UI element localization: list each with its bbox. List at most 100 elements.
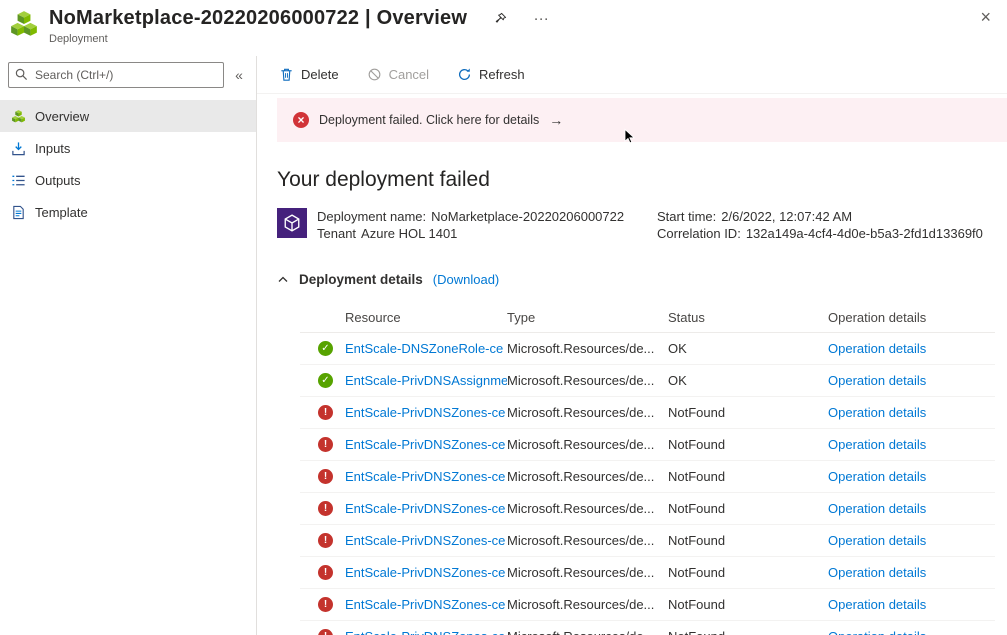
- operation-details-link[interactable]: Operation details: [828, 533, 995, 548]
- operation-details-link[interactable]: Operation details: [828, 437, 995, 452]
- resource-link[interactable]: EntScale-PrivDNSZones-ce: [345, 405, 507, 420]
- table-row: EntScale-DNSZoneRole-ce Microsoft.Resour…: [300, 333, 995, 365]
- chevron-up-icon[interactable]: [277, 274, 289, 286]
- overview-content: Your deployment failed Deployment name: N…: [257, 168, 1007, 635]
- table-row: EntScale-PrivDNSZones-ce Microsoft.Resou…: [300, 525, 995, 557]
- search-icon: [15, 68, 28, 81]
- sidebar-item-overview[interactable]: Overview: [0, 100, 256, 132]
- refresh-button[interactable]: Refresh: [457, 67, 525, 82]
- deployment-name-value: NoMarketplace-20220206000722: [431, 209, 625, 224]
- deployment-summary: Deployment name: NoMarketplace-2022020600…: [277, 208, 1007, 242]
- operation-details-link[interactable]: Operation details: [828, 597, 995, 612]
- table-row: EntScale-PrivDNSZones-ce Microsoft.Resou…: [300, 621, 995, 635]
- operation-details-link[interactable]: Operation details: [828, 565, 995, 580]
- outputs-icon: [10, 172, 26, 188]
- table-row: EntScale-PrivDNSZones-ce Microsoft.Resou…: [300, 493, 995, 525]
- deployment-name-label: Deployment name:: [317, 209, 427, 224]
- sidebar-item-label: Overview: [35, 108, 90, 124]
- table-row: EntScale-PrivDNSZones-ce Microsoft.Resou…: [300, 589, 995, 621]
- resource-link[interactable]: EntScale-PrivDNSZones-ce: [345, 437, 507, 452]
- row-status: NotFound: [668, 533, 726, 548]
- column-header-type: Type: [507, 310, 536, 325]
- resource-type-label: Deployment: [49, 33, 108, 45]
- operation-details-link[interactable]: Operation details: [828, 341, 995, 356]
- row-type: Microsoft.Resources/de...: [507, 341, 655, 356]
- resource-link[interactable]: EntScale-PrivDNSZones-ce: [345, 597, 507, 612]
- delete-button[interactable]: Delete: [279, 67, 339, 82]
- column-header-operation-details: Operation details: [828, 310, 927, 325]
- row-type: Microsoft.Resources/de...: [507, 469, 655, 484]
- operation-details-link[interactable]: Operation details: [828, 373, 995, 388]
- resource-link[interactable]: EntScale-DNSZoneRole-ce: [345, 341, 507, 356]
- correlation-id-label: Correlation ID:: [657, 226, 741, 241]
- deployment-details-table: Resource Type Status Operation details E…: [300, 303, 995, 635]
- row-status-icon: [318, 597, 333, 612]
- column-header-status: Status: [668, 310, 705, 325]
- inputs-icon: [10, 140, 26, 156]
- cubes-icon: [10, 108, 26, 124]
- download-link[interactable]: (Download): [433, 272, 499, 287]
- banner-message: Deployment failed. Click here for detail…: [319, 113, 540, 127]
- row-status-icon: [318, 629, 333, 635]
- sidebar-collapse-button[interactable]: «: [228, 63, 250, 87]
- row-status-icon: [318, 437, 333, 452]
- row-status-icon: [318, 565, 333, 580]
- main-panel: Delete Cancel Refresh × Deployment faile…: [257, 56, 1007, 635]
- deployment-failed-heading: Your deployment failed: [277, 168, 490, 191]
- row-type: Microsoft.Resources/de...: [507, 533, 655, 548]
- cancel-icon: [368, 68, 380, 81]
- row-status-icon: [318, 469, 333, 484]
- error-icon: ×: [293, 112, 309, 128]
- row-status-icon: [318, 373, 333, 388]
- pin-icon[interactable]: [493, 12, 507, 26]
- trash-icon: [281, 68, 292, 81]
- deployment-failed-banner[interactable]: × Deployment failed. Click here for deta…: [277, 98, 1007, 142]
- resource-link[interactable]: EntScale-PrivDNSZones-ce: [345, 629, 507, 635]
- sidebar-item-outputs[interactable]: Outputs: [0, 164, 256, 196]
- sidebar-menu: Overview Inputs Outputs Template: [0, 100, 256, 228]
- operation-details-link[interactable]: Operation details: [828, 405, 995, 420]
- cancel-button[interactable]: Cancel: [367, 67, 429, 82]
- row-type: Microsoft.Resources/de...: [507, 629, 668, 635]
- resource-link[interactable]: EntScale-PrivDNSZones-ce: [345, 469, 507, 484]
- row-status: NotFound: [668, 597, 726, 612]
- close-icon[interactable]: ×: [980, 8, 991, 26]
- row-status: NotFound: [668, 565, 726, 580]
- table-header: Resource Type Status Operation details: [300, 303, 995, 333]
- sidebar-item-label: Template: [35, 204, 88, 220]
- row-status-icon: [318, 501, 333, 516]
- row-status: NotFound: [668, 469, 726, 484]
- deployment-resource-icon: [277, 208, 307, 238]
- row-status-icon: [318, 533, 333, 548]
- search-box: [8, 62, 224, 88]
- row-type: Microsoft.Resources/de...: [507, 373, 655, 388]
- row-type: Microsoft.Resources/de...: [507, 501, 655, 516]
- arrow-right-icon: →: [549, 112, 564, 128]
- operation-details-link[interactable]: Operation details: [828, 469, 995, 484]
- row-status: NotFound: [668, 629, 828, 635]
- tenant-label: Tenant: [317, 226, 357, 241]
- refresh-icon: [459, 68, 471, 81]
- resource-link[interactable]: EntScale-PrivDNSAssignme: [345, 373, 507, 388]
- row-status: NotFound: [668, 437, 726, 452]
- operation-details-link[interactable]: Operation details: [828, 629, 995, 635]
- sidebar-item-inputs[interactable]: Inputs: [0, 132, 256, 164]
- table-row: EntScale-PrivDNSZones-ce Microsoft.Resou…: [300, 397, 995, 429]
- refresh-button-label: Refresh: [479, 67, 525, 82]
- table-body: EntScale-DNSZoneRole-ce Microsoft.Resour…: [300, 333, 995, 635]
- operation-details-link[interactable]: Operation details: [828, 501, 995, 516]
- search-input[interactable]: [8, 62, 224, 88]
- table-row: EntScale-PrivDNSZones-ce Microsoft.Resou…: [300, 557, 995, 589]
- row-status: NotFound: [668, 501, 726, 516]
- table-row: EntScale-PrivDNSZones-ce Microsoft.Resou…: [300, 429, 995, 461]
- sidebar-item-template[interactable]: Template: [0, 196, 256, 228]
- resource-link[interactable]: EntScale-PrivDNSZones-ce: [345, 565, 507, 580]
- correlation-id-value: 132a149a-4cf4-4d0e-b5a3-2fd1d13369f0: [745, 226, 983, 241]
- page-title: NoMarketplace-20220206000722 | Overview: [49, 7, 468, 29]
- deployment-details-header: Deployment details (Download): [277, 272, 1007, 287]
- more-options-icon[interactable]: …: [533, 7, 550, 25]
- resource-link[interactable]: EntScale-PrivDNSZones-ce: [345, 501, 507, 516]
- start-time-label: Start time:: [657, 209, 717, 224]
- table-row: EntScale-PrivDNSZones-ce Microsoft.Resou…: [300, 461, 995, 493]
- resource-link[interactable]: EntScale-PrivDNSZones-ce: [345, 533, 507, 548]
